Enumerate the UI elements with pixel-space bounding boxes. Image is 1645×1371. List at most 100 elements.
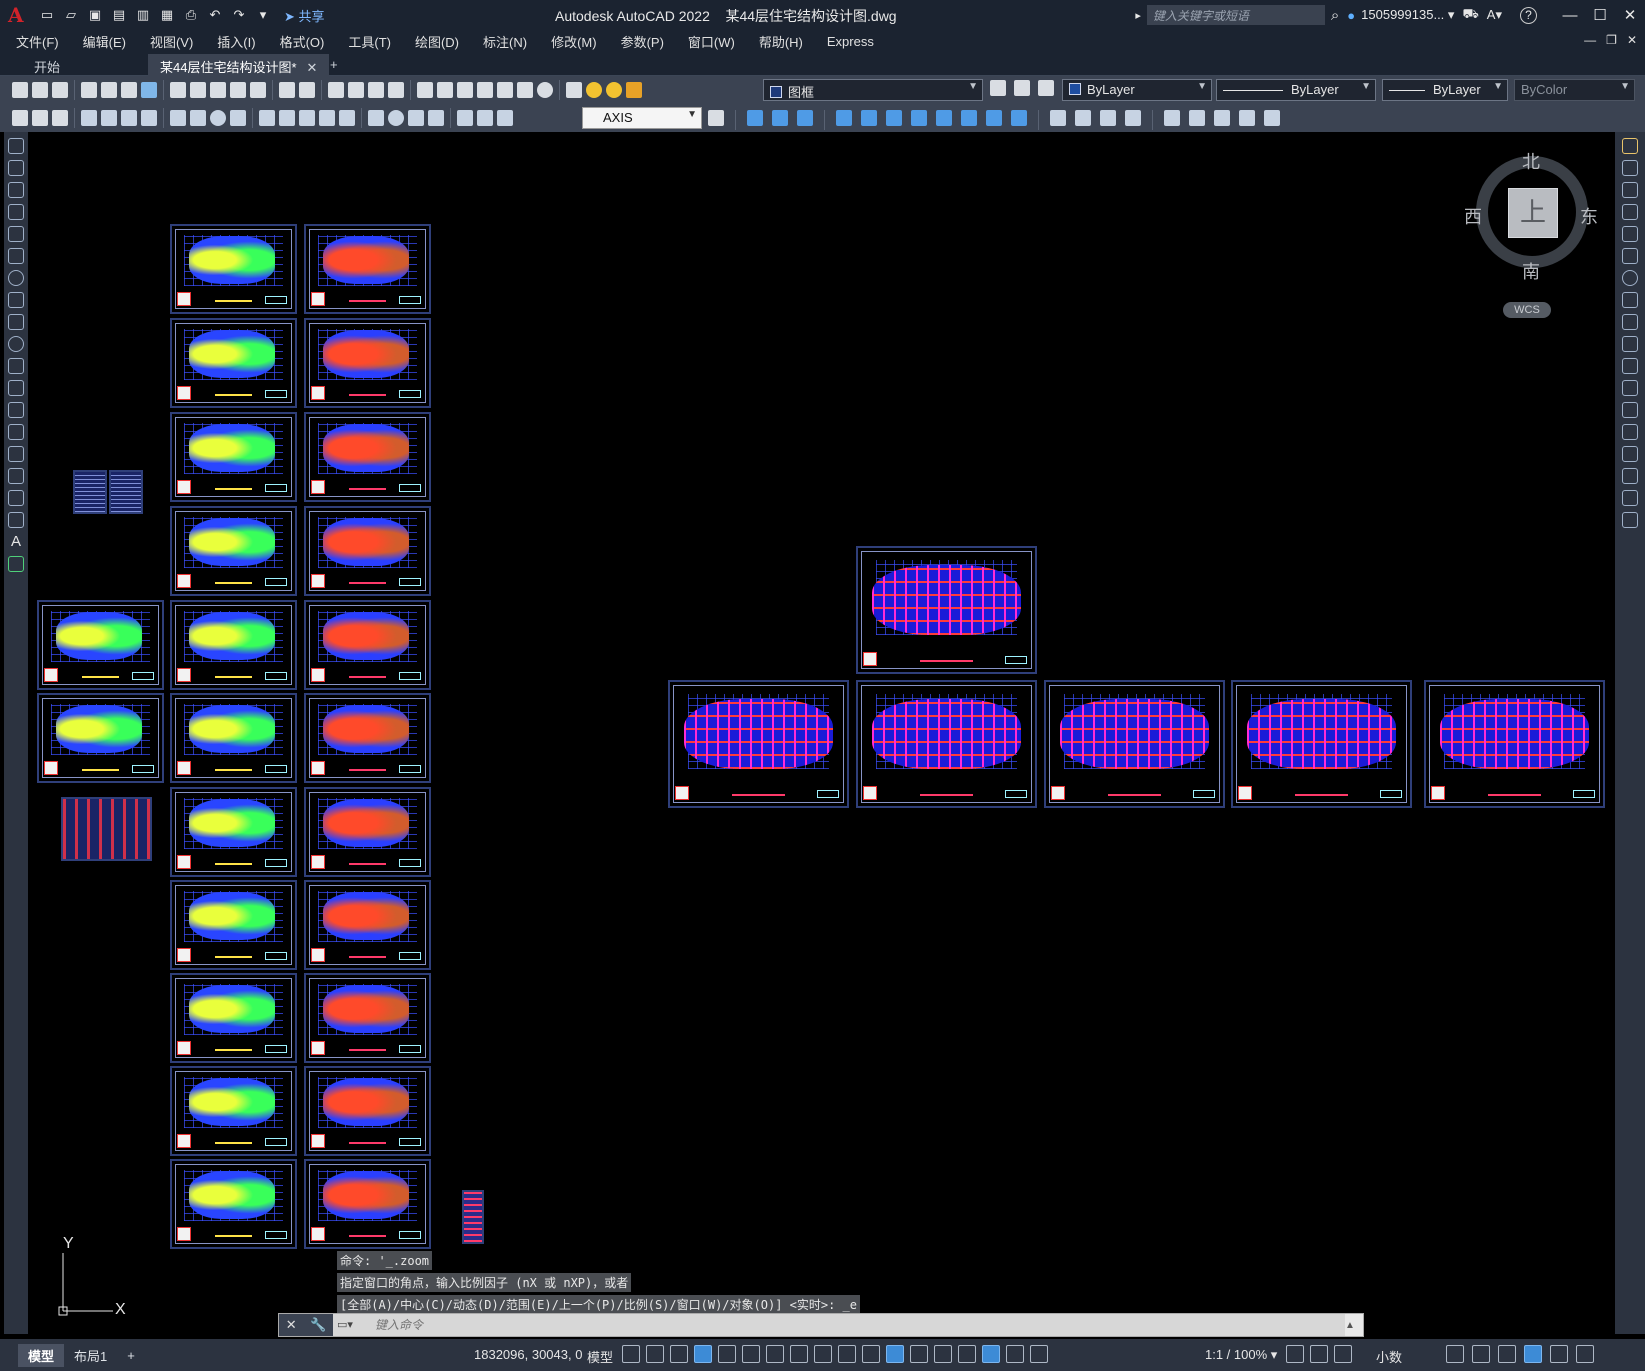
radius-dimension-icon[interactable] — [170, 110, 186, 126]
menu-insert[interactable]: 插入(I) — [205, 32, 267, 51]
copy-edges-icon[interactable] — [1189, 110, 1205, 126]
add-selected-icon[interactable] — [8, 556, 24, 572]
menu-format[interactable]: 格式(O) — [268, 32, 337, 51]
dimension-edit-icon[interactable] — [457, 110, 473, 126]
paste-icon[interactable] — [210, 82, 226, 98]
dynamic-ucs-icon[interactable] — [910, 1345, 928, 1363]
mirror-icon[interactable] — [1622, 182, 1638, 198]
trim-icon[interactable] — [1622, 336, 1638, 352]
compass-south-label[interactable]: 南 — [1522, 258, 1540, 284]
snap-icon[interactable] — [646, 1345, 664, 1363]
menu-window[interactable]: 窗口(W) — [676, 32, 747, 51]
dimension-text-edit-icon[interactable] — [477, 110, 493, 126]
move-faces-icon[interactable] — [861, 110, 877, 126]
close-command-line-icon[interactable]: ✕ — [286, 1317, 297, 1333]
search-input[interactable]: 键入关键字或短语 — [1146, 5, 1325, 25]
circle-icon[interactable] — [8, 270, 24, 286]
lineweight-dropdown[interactable]: ByLayer ▼ — [1382, 79, 1508, 101]
tab-active-drawing[interactable]: 某44层住宅结构设计图* ✕ — [148, 54, 330, 76]
baseline-dimension-icon[interactable] — [279, 110, 295, 126]
publish-icon[interactable]: ▥ — [134, 6, 152, 24]
hardware-acceleration-icon[interactable] — [1524, 1345, 1542, 1363]
minimize-icon[interactable]: — — [1555, 7, 1585, 24]
tab-model[interactable]: 模型 — [18, 1343, 65, 1367]
hatch-icon[interactable] — [8, 446, 24, 462]
grid-icon[interactable] — [622, 1345, 640, 1363]
add-icon[interactable] — [1310, 1345, 1328, 1363]
menu-view[interactable]: 视图(V) — [138, 32, 205, 51]
layer-lock-icon[interactable] — [626, 82, 642, 98]
scale-icon[interactable] — [1622, 292, 1638, 308]
tool-palettes-icon[interactable] — [457, 82, 473, 98]
angular-dimension-icon[interactable] — [230, 110, 246, 126]
user-account[interactable]: 1505999135... ▾ — [1361, 7, 1454, 23]
menu-modify[interactable]: 修改(M) — [539, 32, 609, 51]
calculator-icon[interactable] — [517, 82, 533, 98]
infer-constraints-icon[interactable] — [670, 1345, 688, 1363]
autocad-logo-icon[interactable]: A — [8, 4, 30, 26]
workspace-icon[interactable] — [12, 110, 28, 126]
quick-dimension-icon[interactable] — [259, 110, 275, 126]
arc-icon[interactable] — [8, 248, 24, 264]
new-icon[interactable] — [12, 82, 28, 98]
join-icon[interactable] — [1622, 424, 1638, 440]
polygon-icon[interactable] — [8, 204, 24, 220]
copy-faces-icon[interactable] — [986, 110, 1002, 126]
arc-length-icon[interactable] — [121, 110, 137, 126]
inspection-icon[interactable] — [408, 110, 424, 126]
undo-tb-icon[interactable] — [279, 82, 295, 98]
break-at-point-icon[interactable] — [1622, 380, 1638, 396]
compass-north-label[interactable]: 北 — [1522, 148, 1540, 174]
color-edges-icon[interactable] — [1214, 110, 1230, 126]
stretch-icon[interactable] — [1622, 314, 1638, 330]
close-icon[interactable]: ✕ — [1615, 6, 1645, 24]
gizmo-icon[interactable] — [958, 1345, 976, 1363]
check-icon[interactable] — [1164, 110, 1180, 126]
menu-tools[interactable]: 工具(T) — [336, 32, 403, 51]
annotation-visibility-icon[interactable] — [982, 1345, 1000, 1363]
coordinate-readout[interactable]: 1832096, 30043, 0 — [474, 1347, 582, 1362]
open-icon[interactable] — [32, 82, 48, 98]
polar-tracking-icon[interactable] — [718, 1345, 736, 1363]
new-tab-button[interactable]: + — [318, 54, 350, 76]
annotation-scale-value[interactable]: 1:1 / 100% ▾ — [1205, 1347, 1277, 1363]
insert-block-icon[interactable] — [8, 380, 24, 396]
polyline-icon[interactable] — [8, 182, 24, 198]
open-file-icon[interactable]: ▱ — [62, 6, 80, 24]
plot-tb-icon[interactable] — [81, 82, 97, 98]
3d-print-icon[interactable] — [141, 82, 157, 98]
cart-icon[interactable]: ⛟ — [1462, 6, 1478, 24]
delete-faces-icon[interactable] — [911, 110, 927, 126]
annotation-scale-icon[interactable] — [1030, 1345, 1048, 1363]
pan-icon[interactable] — [328, 82, 344, 98]
model-space-button[interactable]: 模型 — [587, 1347, 613, 1366]
ellipse-icon[interactable] — [8, 336, 24, 352]
rectangle-icon[interactable] — [8, 226, 24, 242]
share-view-icon[interactable]: ▦ — [158, 6, 176, 24]
compass-west-label[interactable]: 西 — [1464, 203, 1482, 229]
gradient-icon[interactable] — [8, 468, 24, 484]
color-dropdown[interactable]: ByLayer ▼ — [1062, 79, 1212, 101]
zoom-window-icon[interactable] — [368, 82, 384, 98]
annotation-monitor-icon[interactable] — [1334, 1345, 1352, 1363]
redo-icon[interactable]: ↷ — [230, 6, 248, 24]
help-tb-icon[interactable] — [537, 82, 553, 98]
zoom-previous-icon[interactable] — [388, 82, 404, 98]
isolate-objects-icon[interactable] — [1498, 1345, 1516, 1363]
help-icon[interactable]: ? — [1520, 6, 1537, 24]
redo-tb-icon[interactable] — [299, 82, 315, 98]
separate-icon[interactable] — [1100, 110, 1116, 126]
menu-edit[interactable]: 编辑(E) — [71, 32, 138, 51]
plot-icon[interactable]: ⎙ — [182, 6, 200, 24]
workspace-switch-icon[interactable] — [1286, 1345, 1304, 1363]
dimension-break-icon[interactable] — [339, 110, 355, 126]
ordinate-dimension-icon[interactable] — [141, 110, 157, 126]
object-snap-tracking-icon[interactable] — [766, 1345, 784, 1363]
line-icon[interactable] — [8, 138, 24, 154]
menu-parametric[interactable]: 参数(P) — [609, 32, 676, 51]
offset-faces-icon[interactable] — [886, 110, 902, 126]
menu-draw[interactable]: 绘图(D) — [403, 32, 471, 51]
search-icon[interactable]: ⌕ — [1331, 7, 1339, 24]
clean-screen-icon[interactable] — [1550, 1345, 1568, 1363]
new-file-icon[interactable]: ▭ — [38, 6, 56, 24]
